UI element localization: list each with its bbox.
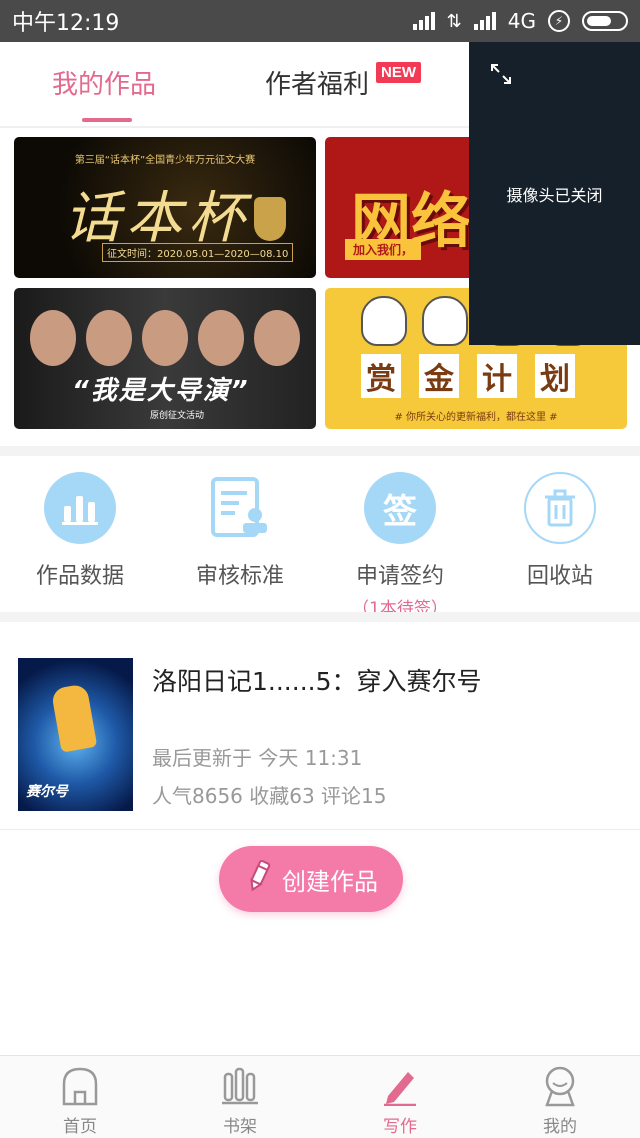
banner-word: 计 [477, 354, 517, 398]
menu-label: 申请签约 [355, 564, 444, 589]
signal-icon-secondary [473, 12, 496, 30]
work-cover[interactable]: 赛尔号 [18, 658, 133, 811]
menu-label: 作品数据 [35, 564, 124, 589]
nav-label: 首页 [63, 1117, 97, 1137]
nav-label: 书架 [223, 1117, 257, 1137]
banner-title: “我是大导演” [72, 376, 250, 406]
work-title[interactable]: 洛阳日记1......5：穿入赛尔号 [152, 662, 482, 698]
menu-work-data[interactable]: 作品数据 [0, 472, 160, 590]
section-divider [0, 612, 640, 622]
bar-chart-icon [44, 472, 116, 544]
status-bar: 中午12:19 ⇅ 4G ⚡ [0, 0, 640, 42]
menu-review-standards[interactable]: 审核标准 [160, 472, 320, 590]
banner-strip: 加入我们， [345, 239, 422, 260]
banner-director[interactable]: “我是大导演” 原创征文活动 [14, 288, 316, 429]
work-updated: 最后更新于 今天 11:31 [152, 746, 363, 770]
banner-subtitle: 原创征文活动 [150, 411, 205, 421]
tab-my-works[interactable]: 我的作品 [52, 64, 156, 101]
bookshelf-icon [160, 1064, 320, 1108]
section-divider [0, 446, 640, 456]
banner-word: 金 [419, 354, 459, 398]
status-time: 中午12:19 [12, 11, 120, 36]
camera-status-message: 摄像头已关闭 [506, 186, 603, 205]
nav-label: 我的 [543, 1117, 577, 1137]
trash-icon [524, 472, 596, 544]
menu-apply-contract[interactable]: 签 申请签约 （1本待签） [320, 472, 480, 619]
new-badge: NEW [376, 62, 421, 83]
trophy-icon [254, 197, 286, 241]
banner-word: 赏 [361, 354, 401, 398]
banner-word: 划 [535, 354, 575, 398]
work-stats: 人气8656 收藏63 评论15 [152, 784, 387, 808]
pen-icon [320, 1064, 480, 1108]
sign-icon: 签 [364, 472, 436, 544]
banner-title: 话本杯 [64, 186, 250, 251]
menu-recycle-bin[interactable]: 回收站 [480, 472, 640, 590]
work-card[interactable]: 赛尔号 洛阳日记1......5：穿入赛尔号 最后更新于 今天 11:31 人气… [0, 622, 640, 830]
menu-label: 审核标准 [195, 564, 284, 589]
banner-footer: # 你所关心的更新福利，都在这里 # [394, 412, 558, 423]
menu-label: 回收站 [526, 564, 593, 589]
nav-home[interactable]: 首页 [0, 1064, 160, 1137]
tab-author-welfare[interactable]: 作者福利 [265, 64, 369, 101]
data-transfer-icon: ⇅ [446, 10, 462, 32]
bottom-navigation: 首页 书架 写作 我的 [0, 1055, 640, 1138]
document-review-icon [204, 472, 276, 544]
nav-write[interactable]: 写作 [320, 1064, 480, 1137]
nav-label: 写作 [383, 1117, 417, 1137]
create-work-button[interactable]: 创建作品 [219, 846, 403, 912]
nav-profile[interactable]: 我的 [480, 1064, 640, 1137]
charging-icon: ⚡ [548, 10, 570, 32]
profile-icon [480, 1064, 640, 1108]
pencil-icon [244, 859, 274, 899]
battery-icon [582, 11, 628, 31]
expand-icon[interactable] [489, 62, 513, 90]
signal-icon [412, 12, 435, 30]
banner-subtitle: 第三届“话本杯”全国青少年万元征文大赛 [74, 155, 256, 166]
banner-huabenbei[interactable]: 第三届“话本杯”全国青少年万元征文大赛 话本杯 征文时间：2020.05.01—… [14, 137, 316, 278]
tab-indicator [82, 118, 132, 122]
network-type: 4G [507, 9, 536, 33]
camera-overlay[interactable]: 摄像头已关闭 [469, 42, 640, 345]
cover-logo: 赛尔号 [26, 784, 68, 800]
sign-glyph: 签 [383, 491, 417, 532]
home-icon [0, 1064, 160, 1108]
banner-date: 征文时间：2020.05.01—2020—08.10 [102, 243, 294, 262]
nav-bookshelf[interactable]: 书架 [160, 1064, 320, 1137]
create-work-label: 创建作品 [282, 867, 378, 896]
